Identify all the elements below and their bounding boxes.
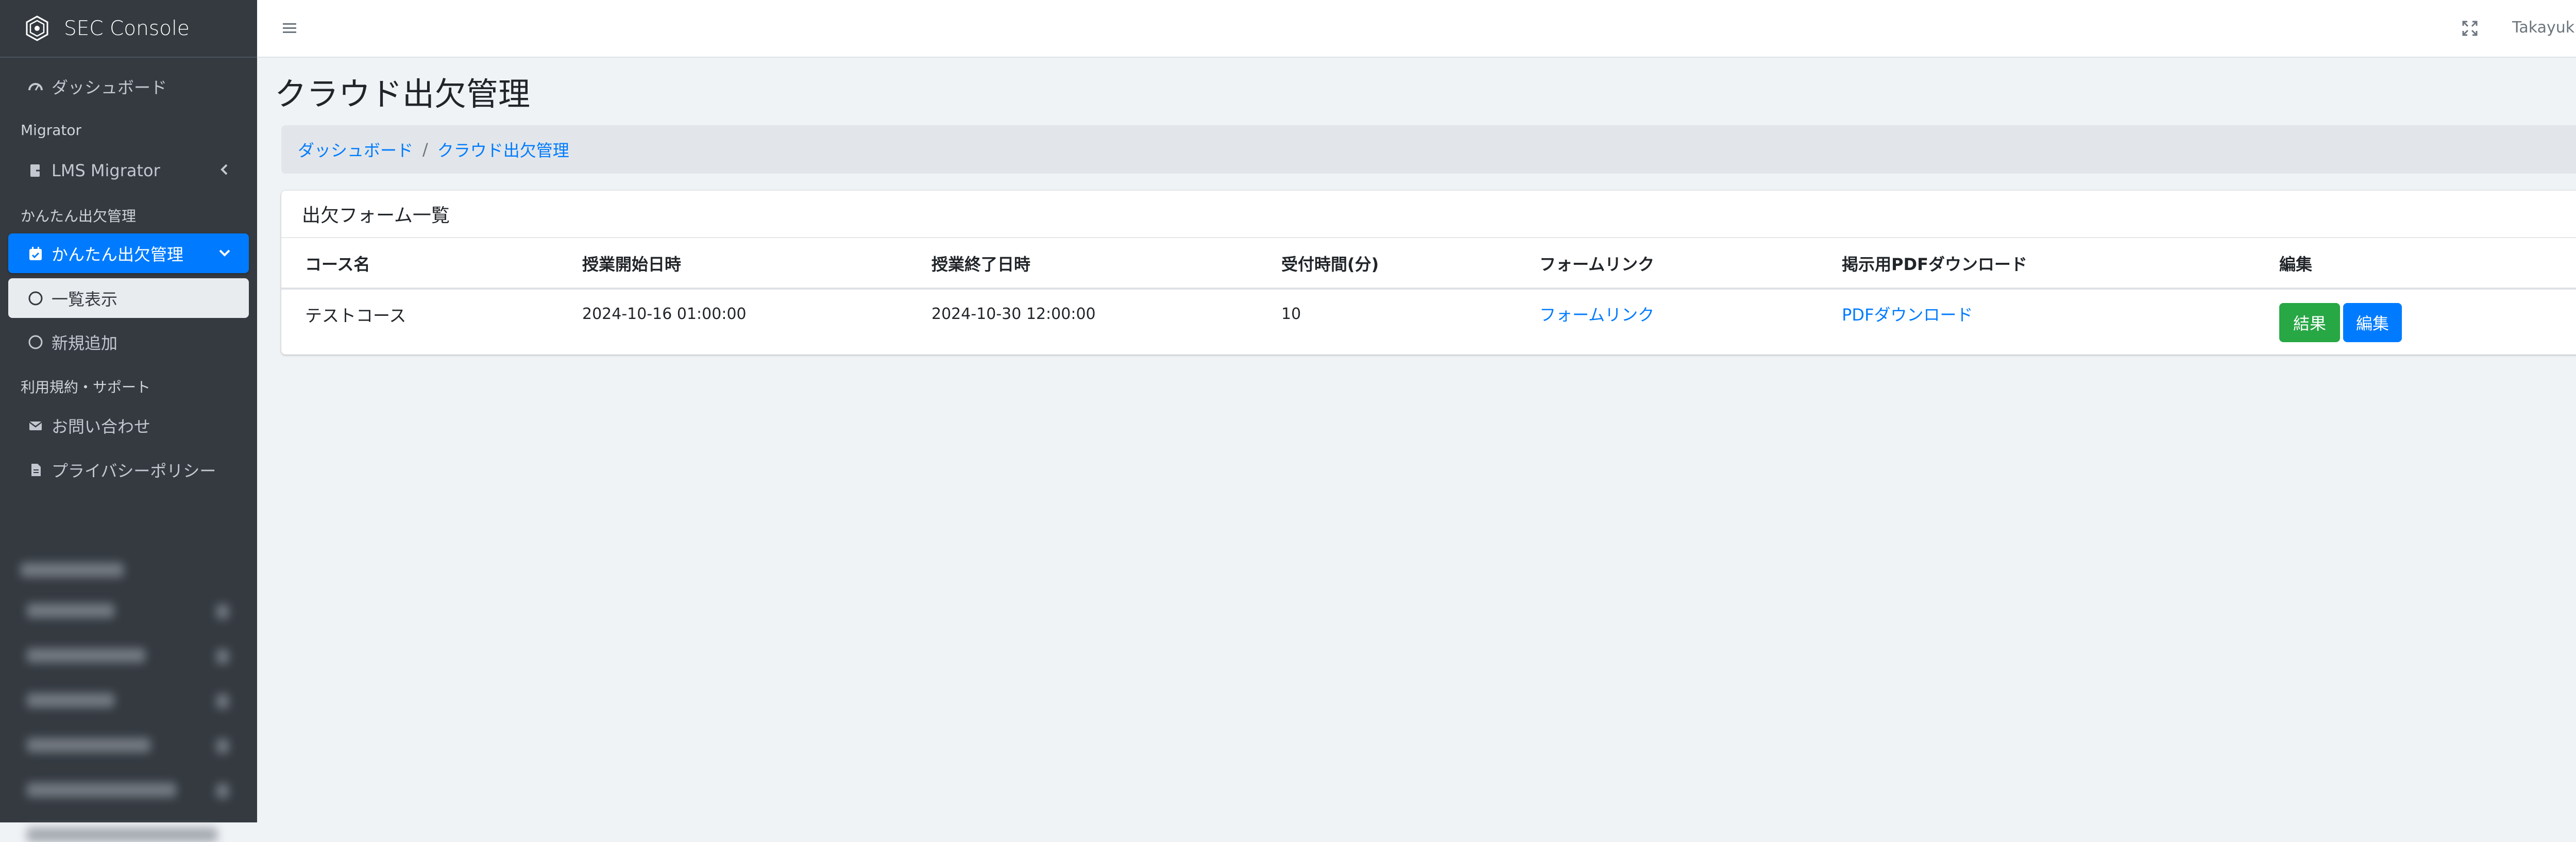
sidebar-item-lms-migrator[interactable]: LMS Migrator	[8, 150, 249, 190]
column-header-form-link: フォームリンク	[1539, 255, 1655, 274]
user-name[interactable]: Takayuki Fuwa	[2512, 19, 2576, 37]
pdf-download-link[interactable]: PDFダウンロード	[1842, 302, 1973, 326]
sidebar-item-label: 一覧表示	[52, 289, 118, 309]
logo-icon	[26, 15, 48, 41]
dashboard-icon	[27, 78, 44, 95]
column-header-pdf: 掲示用PDFダウンロード	[1842, 255, 2027, 274]
chevron-down-icon	[219, 249, 230, 257]
sidebar-item-contact[interactable]: お問い合わせ	[8, 406, 249, 445]
column-header-end: 授業終了日時	[931, 255, 1031, 274]
breadcrumb-separator: /	[422, 140, 428, 159]
breadcrumb-current-link[interactable]: クラウド出欠管理	[437, 138, 569, 161]
sidebar-item-label: LMS Migrator	[52, 160, 160, 180]
chevron-left-icon	[221, 164, 228, 175]
brand[interactable]: SEC Console	[0, 0, 257, 58]
column-header-minutes: 受付時間(分)	[1281, 255, 1379, 274]
cell-start: 2024-10-16 01:00:00	[582, 305, 747, 323]
nav-header-terms: 利用規約・サポート	[21, 379, 151, 396]
sidebar-item-label: お問い合わせ	[52, 416, 151, 436]
fullscreen-icon[interactable]	[2461, 20, 2479, 37]
column-header-edit: 編集	[2279, 255, 2313, 274]
page-title: クラウド出欠管理	[275, 75, 531, 113]
column-header-course: コース名	[305, 255, 370, 274]
hamburger-menu-icon[interactable]	[281, 20, 298, 37]
sidebar-item-list-view[interactable]: 一覧表示	[8, 278, 249, 318]
breadcrumb-dashboard-link[interactable]: ダッシュボード	[298, 138, 413, 161]
circle-icon	[27, 333, 44, 351]
circle-icon	[27, 290, 44, 307]
cell-course: テストコース	[305, 306, 406, 326]
attendance-form-card: 出欠フォーム一覧 コース名 授業開始日時 授業終了日時 受付時間(分) フォーム…	[281, 191, 2576, 355]
nav-header-migrator: Migrator	[21, 122, 82, 139]
sidebar-item-dashboard[interactable]: ダッシュボード	[8, 66, 249, 106]
result-button[interactable]: 結果	[2279, 303, 2340, 342]
file-text-icon	[27, 461, 44, 479]
sidebar-item-label: ダッシュボード	[52, 77, 167, 97]
sidebar-item-label: プライバシーポリシー	[52, 461, 216, 481]
form-link[interactable]: フォームリンク	[1539, 302, 1654, 326]
cell-minutes: 10	[1281, 305, 1301, 323]
edit-button[interactable]: 編集	[2343, 303, 2402, 342]
sidebar-item-add-new[interactable]: 新規追加	[8, 322, 249, 362]
app-title: SEC Console	[64, 16, 190, 40]
top-navbar: Takayuki Fuwa	[257, 0, 2576, 58]
envelope-icon	[27, 417, 44, 434]
cell-end: 2024-10-30 12:00:00	[931, 305, 1096, 323]
breadcrumb: ダッシュボード / クラウド出欠管理	[281, 125, 2576, 174]
sidebar-item-label: かんたん出欠管理	[52, 244, 184, 264]
sidebar: SEC Console ダッシュボード Migrator LMS Migrato…	[0, 0, 257, 842]
sidebar-item-attendance[interactable]: かんたん出欠管理	[8, 233, 249, 273]
sidebar-item-label: 新規追加	[52, 333, 118, 353]
column-header-start: 授業開始日時	[582, 255, 682, 274]
table-header-divider	[281, 288, 2576, 290]
file-import-icon	[27, 162, 44, 179]
card-title: 出欠フォーム一覧	[281, 191, 2576, 238]
sidebar-item-privacy[interactable]: プライバシーポリシー	[8, 450, 249, 490]
calendar-check-icon	[27, 245, 44, 262]
nav-header-attendance: かんたん出欠管理	[21, 208, 137, 225]
